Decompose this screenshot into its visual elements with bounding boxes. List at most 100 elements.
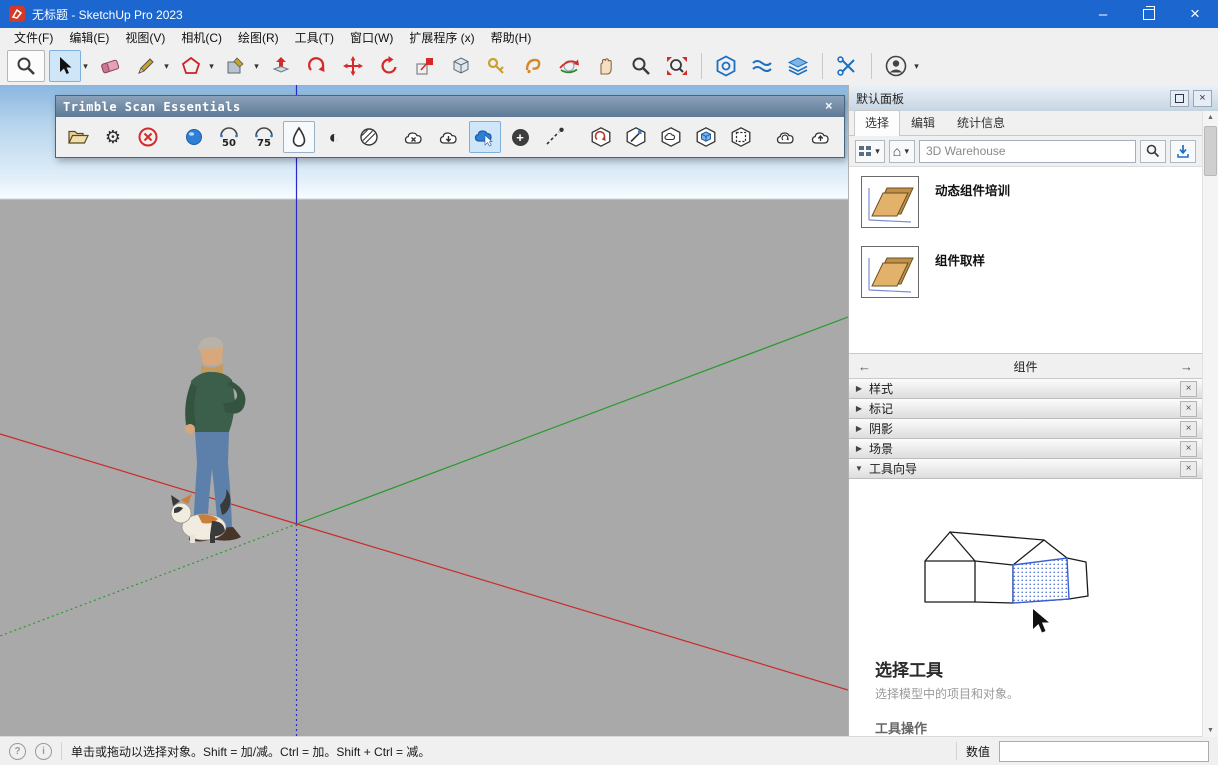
menu-draw[interactable]: 绘图(R)	[230, 29, 287, 46]
menu-tools[interactable]: 工具(T)	[287, 29, 342, 46]
account-button[interactable]	[880, 50, 912, 82]
select-caret-icon[interactable]: ▾	[81, 61, 90, 72]
hex-rotate-button[interactable]	[585, 121, 617, 153]
component-item[interactable]: 组件取样	[849, 237, 1202, 307]
zoom-button[interactable]	[625, 50, 657, 82]
hatch-circle-button[interactable]	[353, 121, 385, 153]
scroll-down-icon[interactable]: ▼	[1207, 724, 1214, 737]
section-instructor[interactable]: ▼ 工具向导 ×	[849, 459, 1202, 479]
cloud-upload-button[interactable]	[806, 121, 838, 153]
dashed-line-button[interactable]	[539, 121, 571, 153]
tray-close-button[interactable]: ×	[1193, 89, 1212, 107]
hex-cloud-button[interactable]	[655, 121, 687, 153]
warehouse-search-input[interactable]	[919, 139, 1136, 163]
add-point-button[interactable]: +	[504, 121, 536, 153]
geolocation-question-icon[interactable]: ?	[9, 742, 26, 760]
cloud-select-button[interactable]	[469, 121, 501, 153]
panel-scrollbar[interactable]: ▲ ▼	[1202, 111, 1218, 737]
menu-extensions[interactable]: 扩展程序 (x)	[401, 29, 482, 46]
key-icon-button[interactable]	[481, 50, 513, 82]
section-scenes[interactable]: ▶ 场景 ×	[849, 439, 1202, 459]
pan-button[interactable]	[589, 50, 621, 82]
water-drop-button[interactable]	[283, 121, 315, 153]
model-viewport[interactable]: Trimble Scan Essentials × ⚙ 50 75 ◐ +	[0, 85, 848, 737]
menu-edit[interactable]: 编辑(E)	[61, 29, 117, 46]
section-close-icon[interactable]: ×	[1180, 420, 1197, 437]
trimble-scan-titlebar[interactable]: Trimble Scan Essentials ×	[56, 96, 844, 117]
section-scissors-button[interactable]	[831, 50, 863, 82]
menu-window[interactable]: 窗口(W)	[342, 29, 401, 46]
component-label[interactable]: 组件取样	[935, 250, 985, 269]
menu-view[interactable]: 视图(V)	[117, 29, 173, 46]
contrast-button[interactable]: ◐	[318, 121, 350, 153]
menu-help[interactable]: 帮助(H)	[483, 29, 540, 46]
layers-button[interactable]	[782, 50, 814, 82]
home-button[interactable]: ⌂ ▾	[889, 139, 915, 163]
shapes-tool-button[interactable]	[175, 50, 207, 82]
menu-file[interactable]: 文件(F)	[6, 29, 61, 46]
search-button[interactable]	[1140, 139, 1166, 163]
rectangle-tool-button[interactable]	[220, 50, 252, 82]
nav-forward-icon[interactable]: →	[1180, 359, 1193, 374]
shapes-caret-icon[interactable]: ▾	[207, 61, 216, 72]
tray-undock-button[interactable]	[1170, 89, 1189, 107]
scroll-up-icon[interactable]: ▲	[1207, 111, 1214, 124]
minimize-button[interactable]: –	[1080, 0, 1126, 28]
move-button[interactable]	[337, 50, 369, 82]
component-thumbnail[interactable]	[861, 176, 919, 231]
menu-camera[interactable]: 相机(C)	[173, 29, 230, 46]
credits-info-icon[interactable]: i	[35, 742, 52, 760]
scan-point-button[interactable]	[178, 121, 210, 153]
nav-back-icon[interactable]: ←	[858, 359, 871, 374]
maximize-button[interactable]	[1126, 0, 1172, 28]
paint-bucket-button[interactable]	[517, 50, 549, 82]
cloud-remove-button[interactable]	[399, 121, 431, 153]
cloud-refresh-button[interactable]	[771, 121, 803, 153]
trimble-scan-toolbar[interactable]: Trimble Scan Essentials × ⚙ 50 75 ◐ +	[55, 95, 845, 158]
warehouse-hexagon-button[interactable]	[710, 50, 742, 82]
section-close-icon[interactable]: ×	[1180, 460, 1197, 477]
account-caret-icon[interactable]: ▾	[912, 61, 921, 72]
tab-edit[interactable]: 编辑	[900, 110, 946, 135]
orbit-button[interactable]	[553, 50, 585, 82]
line-caret-icon[interactable]: ▾	[162, 61, 171, 72]
measurement-input[interactable]	[999, 740, 1209, 762]
hex-bounds-button[interactable]	[725, 121, 757, 153]
settings-gear-button[interactable]: ⚙	[97, 121, 129, 153]
close-button[interactable]: ×	[1172, 0, 1218, 28]
pushpull-button[interactable]	[265, 50, 297, 82]
rectangle-caret-icon[interactable]: ▾	[252, 61, 261, 72]
cat-figure[interactable]	[168, 487, 234, 545]
scrollbar-thumb[interactable]	[1204, 126, 1217, 176]
section-shadows[interactable]: ▶ 阴影 ×	[849, 419, 1202, 439]
rotate-button[interactable]	[373, 50, 405, 82]
scale-button[interactable]	[409, 50, 441, 82]
hex-slice-button[interactable]	[620, 121, 652, 153]
tray-header[interactable]: 默认面板 ×	[849, 85, 1218, 112]
view-options-button[interactable]: ▾	[855, 139, 885, 163]
component-item[interactable]: 动态组件培训	[849, 167, 1202, 237]
open-folder-button[interactable]	[62, 121, 94, 153]
hex-cube-button[interactable]	[690, 121, 722, 153]
zoom-extents-button[interactable]	[661, 50, 693, 82]
line-tool-button[interactable]	[130, 50, 162, 82]
eraser-button[interactable]	[94, 50, 126, 82]
trimble-close-icon[interactable]: ×	[821, 99, 837, 114]
density-75-button[interactable]: 75	[248, 121, 280, 153]
tab-select[interactable]: 选择	[854, 110, 901, 136]
section-close-icon[interactable]: ×	[1180, 380, 1197, 397]
select-button[interactable]	[49, 50, 81, 82]
section-close-icon[interactable]: ×	[1180, 400, 1197, 417]
component-label[interactable]: 动态组件培训	[935, 180, 1010, 199]
cloud-download-button[interactable]	[434, 121, 466, 153]
section-close-icon[interactable]: ×	[1180, 440, 1197, 457]
zoom-tool-button[interactable]	[7, 50, 45, 82]
density-50-button[interactable]: 50	[213, 121, 245, 153]
cube-tool-button[interactable]	[445, 50, 477, 82]
tab-statistics[interactable]: 统计信息	[946, 110, 1016, 135]
warehouse-action-button[interactable]	[1170, 139, 1196, 163]
section-tags[interactable]: ▶ 标记 ×	[849, 399, 1202, 419]
section-styles[interactable]: ▶ 样式 ×	[849, 379, 1202, 399]
sandbox-waves-button[interactable]	[746, 50, 778, 82]
delete-scan-button[interactable]	[132, 121, 164, 153]
